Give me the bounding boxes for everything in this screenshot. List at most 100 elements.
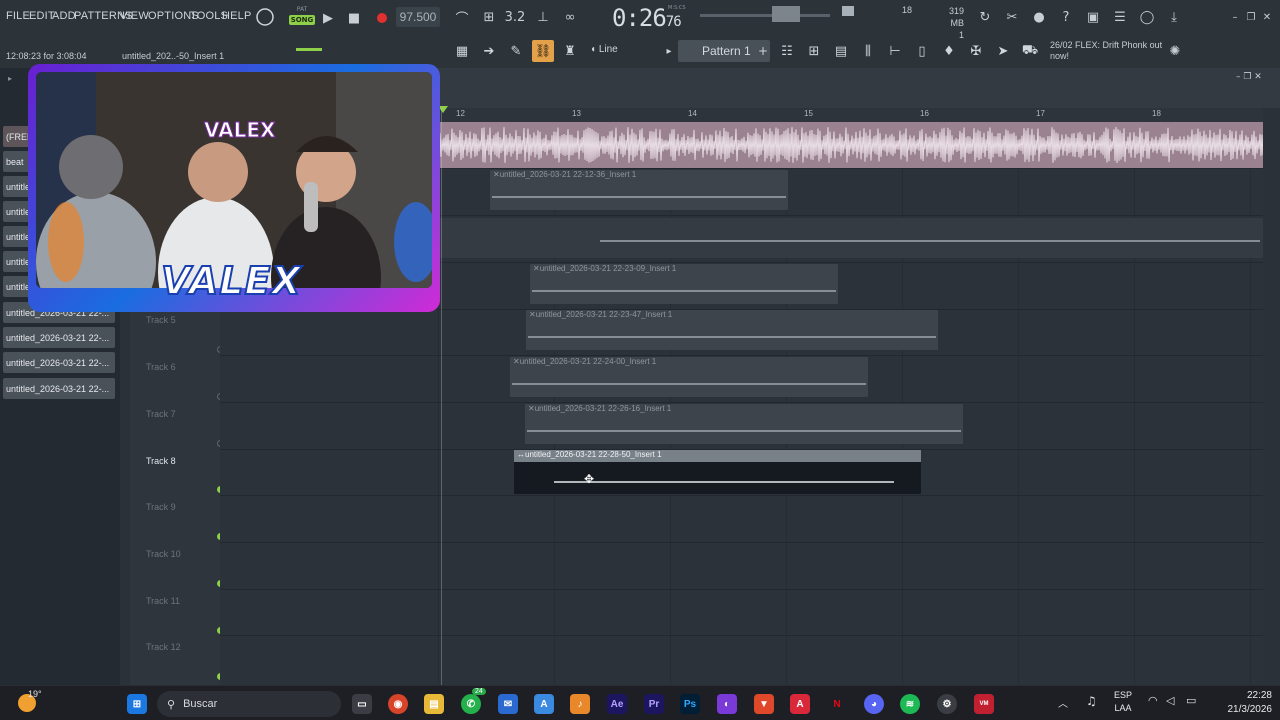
netflix-icon[interactable]: N: [827, 694, 847, 714]
tempo-display[interactable]: 97.500: [396, 7, 440, 27]
master-pitch-slider[interactable]: [700, 14, 830, 17]
timeline-ruler[interactable]: 12 13 14 15 16 17 18: [438, 106, 1263, 122]
copilot-icon[interactable]: ◐: [717, 694, 737, 714]
photoshop-icon[interactable]: Ps: [680, 694, 700, 714]
tray-chevron-icon[interactable]: ︿: [1058, 695, 1068, 710]
loop-record-icon[interactable]: ∞: [559, 6, 581, 28]
scissors-icon[interactable]: ✂: [1001, 6, 1023, 28]
browser-item[interactable]: untitled_2026-03-21 22-...: [3, 352, 115, 373]
metronome-icon[interactable]: ⌒: [451, 6, 473, 28]
search-box[interactable]: ⚲ Buscar: [157, 691, 341, 717]
mixer-icon[interactable]: ☰: [1109, 6, 1131, 28]
clip-close-icon[interactable]: ✕: [529, 310, 536, 319]
wifi-icon[interactable]: ◠: [1148, 694, 1158, 707]
playlist-window-controls[interactable]: – ❐ ✕: [1236, 72, 1262, 82]
browser-tree-icon[interactable]: ⊢: [884, 40, 906, 62]
azure-icon[interactable]: A: [534, 694, 554, 714]
stop-icon[interactable]: ■: [343, 7, 365, 29]
track-name[interactable]: Track 11: [146, 596, 180, 606]
menu-file[interactable]: FILE: [6, 10, 30, 22]
playlist-icon[interactable]: ☷: [776, 40, 798, 62]
pitch-handle[interactable]: [772, 6, 800, 22]
menu-edit[interactable]: EDIT: [29, 10, 55, 22]
pick-tool-icon[interactable]: ✠: [965, 40, 987, 62]
wait-input-icon[interactable]: ⊞: [478, 6, 500, 28]
add-pattern-icon[interactable]: +: [752, 40, 774, 62]
account-icon[interactable]: ✺: [1164, 40, 1186, 62]
discord-icon[interactable]: ◕: [864, 694, 884, 714]
selected-audio-clip[interactable]: ↔untitled_2026-03-21 22-28-50_Insert 1 ✥: [514, 450, 921, 494]
browser-item[interactable]: untitled_2026-03-21 22-...: [3, 327, 115, 348]
volume-icon[interactable]: ◁: [1166, 694, 1174, 707]
piano-roll-icon[interactable]: ▦: [451, 40, 473, 62]
cart-icon[interactable]: ⛟: [1019, 40, 1041, 62]
step-sequencer-icon[interactable]: ⊞: [803, 40, 825, 62]
clip-close-icon[interactable]: ✕: [513, 357, 520, 366]
fl-studio-icon[interactable]: ♪: [570, 694, 590, 714]
outlook-icon[interactable]: ✉: [498, 694, 518, 714]
track-name[interactable]: Track 9: [146, 502, 176, 512]
track-name[interactable]: Track 7: [146, 409, 176, 419]
menu-view[interactable]: VIEW: [120, 10, 149, 22]
mic-icon[interactable]: ●: [1028, 6, 1050, 28]
snap-select[interactable]: ◖ Line: [590, 44, 618, 55]
link-icon[interactable]: ⛓: [532, 40, 554, 62]
clip-close-icon[interactable]: ✕: [493, 170, 500, 179]
audio-clip[interactable]: ✕untitled_2026-03-21 22-23-09_Insert 1: [530, 264, 838, 304]
play-icon[interactable]: ▶: [317, 7, 339, 29]
track-name[interactable]: Track 6: [146, 362, 176, 372]
clip-arrow-icon[interactable]: ↔: [517, 450, 525, 459]
menu-help[interactable]: HELP: [222, 10, 252, 22]
audio-clip[interactable]: ✕untitled_2026-03-21 22-23-47_Insert 1: [526, 310, 938, 350]
step-edit-icon[interactable]: ⊥: [532, 6, 554, 28]
clip-close-icon[interactable]: ✕: [528, 404, 535, 413]
stamp-icon[interactable]: ♜: [559, 40, 581, 62]
track-name[interactable]: Track 5: [146, 315, 176, 325]
help-icon[interactable]: ?: [1055, 6, 1077, 28]
clock[interactable]: 22:28 21/3/2026: [1214, 689, 1273, 717]
master-volume-knob[interactable]: [254, 6, 276, 28]
track-name[interactable]: Track 8: [146, 456, 176, 466]
beat-audio-clip[interactable]: [437, 122, 1264, 168]
start-icon[interactable]: ⊞: [127, 694, 147, 714]
audio-clip[interactable]: ✕untitled_2026-03-21 22-26-16_Insert 1: [525, 404, 963, 444]
close-icon[interactable]: ✕: [1256, 6, 1278, 28]
premiere-icon[interactable]: Pr: [644, 694, 664, 714]
plugin-icon[interactable]: ♦: [938, 40, 960, 62]
audio-clip[interactable]: [420, 218, 1263, 258]
file-explorer-icon[interactable]: ▤: [424, 694, 444, 714]
whatsapp-icon[interactable]: ✆: [461, 694, 481, 714]
after-effects-icon[interactable]: Ae: [607, 694, 627, 714]
battery-icon[interactable]: ▭: [1186, 694, 1196, 707]
acrobat-icon[interactable]: A: [790, 694, 810, 714]
pattern-prev-icon[interactable]: ▸: [658, 40, 680, 62]
menu-add[interactable]: ADD: [52, 10, 76, 22]
audio-clip[interactable]: ✕untitled_2026-03-21 22-24-00_Insert 1: [510, 357, 868, 397]
record-icon[interactable]: [371, 7, 393, 29]
microphone-icon[interactable]: ♫: [1086, 694, 1097, 708]
track-name[interactable]: Track 12: [146, 642, 181, 652]
clip-close-icon[interactable]: ✕: [533, 264, 540, 273]
browser-item[interactable]: untitled_2026-03-21 22-...: [3, 378, 115, 399]
file-icon[interactable]: ▯: [911, 40, 933, 62]
news-panel[interactable]: 26/02 FLEX: Drift Phonk out now!: [1050, 40, 1170, 62]
expand-icon[interactable]: ▸: [8, 74, 12, 83]
mixer-view-icon[interactable]: ⫼: [857, 40, 879, 62]
channel-rack-icon[interactable]: ▤: [830, 40, 852, 62]
task-view-icon[interactable]: ▭: [352, 694, 372, 714]
settings-icon[interactable]: ⚙: [937, 694, 957, 714]
undo-icon[interactable]: ↻: [974, 6, 996, 28]
brave-icon[interactable]: ▼: [754, 694, 774, 714]
bird-icon[interactable]: ➤: [992, 40, 1014, 62]
download-icon[interactable]: ⤓: [1163, 6, 1185, 28]
arrow-right-icon[interactable]: ➔: [478, 40, 500, 62]
main-volume-slider[interactable]: [296, 48, 322, 51]
save-icon[interactable]: ▣: [1082, 6, 1104, 28]
countdown-icon[interactable]: 3.2: [504, 6, 526, 28]
chrome-icon[interactable]: ◉: [388, 694, 408, 714]
voicemeeter-icon[interactable]: VM: [974, 694, 994, 714]
spotify-icon[interactable]: ≋: [900, 694, 920, 714]
chat-icon[interactable]: ◯: [1136, 6, 1158, 28]
pat-song-toggle[interactable]: PAT SONG: [289, 6, 315, 30]
audio-clip[interactable]: ✕untitled_2026-03-21 22-12-36_Insert 1: [490, 170, 788, 210]
